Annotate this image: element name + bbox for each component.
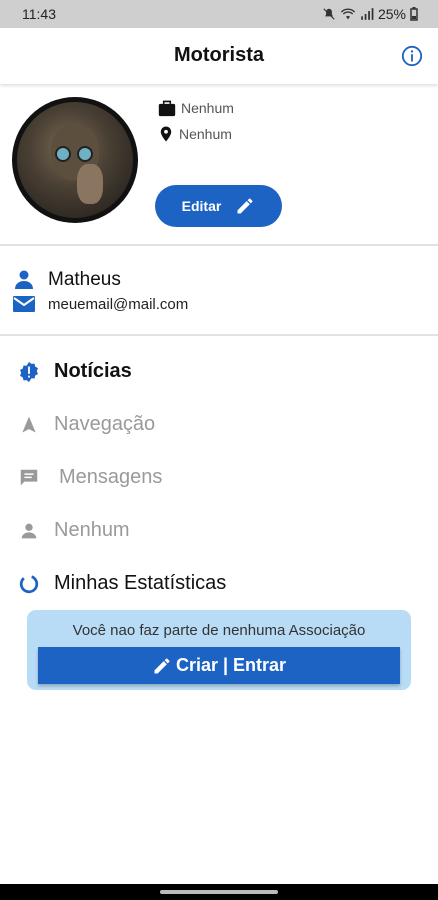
menu-item-label: Minhas Estatísticas xyxy=(54,572,227,594)
edit-button-label: Editar xyxy=(181,198,222,214)
status-bar: 11:43 25% xyxy=(0,0,438,28)
menu-item-label: Nenhum xyxy=(54,519,130,541)
page-title: Motorista xyxy=(174,44,264,66)
divider xyxy=(0,334,438,336)
location-label: Nenhum xyxy=(179,126,232,142)
signal-icon xyxy=(361,8,374,20)
message-icon xyxy=(18,467,40,489)
status-icons: 25% xyxy=(322,6,418,22)
person-icon xyxy=(18,520,40,542)
donut-chart-icon xyxy=(18,573,40,595)
user-name-row: Matheus xyxy=(12,268,121,292)
pencil-icon xyxy=(237,198,253,214)
status-time: 11:43 xyxy=(22,6,56,22)
vehicle-label: Nenhum xyxy=(181,100,234,116)
user-email: meuemail@mail.com xyxy=(48,295,189,313)
briefcase-icon xyxy=(158,100,176,117)
association-message: Você nao faz parte de nenhuma Associação xyxy=(72,622,366,639)
menu-item-mensagens[interactable]: Mensagens xyxy=(18,466,162,489)
menu-item-estatisticas[interactable]: Minhas Estatísticas xyxy=(18,572,226,595)
menu-item-label: Notícias xyxy=(54,360,132,382)
system-navigation-bar xyxy=(0,884,438,900)
menu-item-navegacao[interactable]: Navegação xyxy=(18,413,155,436)
edit-profile-button[interactable]: Editar xyxy=(155,185,282,227)
user-name: Matheus xyxy=(48,269,121,290)
create-join-button[interactable]: Criar | Entrar xyxy=(38,647,400,684)
create-join-label: Criar | Entrar xyxy=(175,655,287,675)
battery-percent: 25% xyxy=(377,6,406,22)
battery-icon xyxy=(410,7,418,21)
wifi-icon xyxy=(340,8,356,20)
menu-item-noticias[interactable]: Notícias xyxy=(18,360,132,383)
location-info: Nenhum xyxy=(157,124,232,144)
person-icon xyxy=(15,270,33,289)
home-gesture-handle[interactable] xyxy=(160,890,278,894)
menu-item-label: Mensagens xyxy=(59,466,163,488)
app-bar: Motorista xyxy=(0,28,438,84)
pencil-icon xyxy=(154,657,170,673)
menu-item-label: Navegação xyxy=(54,413,156,435)
mute-icon xyxy=(323,8,335,20)
info-icon[interactable] xyxy=(401,45,423,67)
navigation-arrow-icon xyxy=(18,414,40,436)
menu-item-nenhum[interactable]: Nenhum xyxy=(18,519,130,542)
vehicle-info: Nenhum xyxy=(157,99,234,117)
news-badge-icon xyxy=(18,361,40,383)
email-icon xyxy=(13,296,35,312)
divider xyxy=(0,244,438,246)
avatar-image xyxy=(17,102,133,218)
avatar[interactable] xyxy=(12,97,138,223)
location-pin-icon xyxy=(160,126,172,142)
association-card: Você nao faz parte de nenhuma Associação… xyxy=(27,610,411,690)
user-email-row: meuemail@mail.com xyxy=(12,294,188,314)
